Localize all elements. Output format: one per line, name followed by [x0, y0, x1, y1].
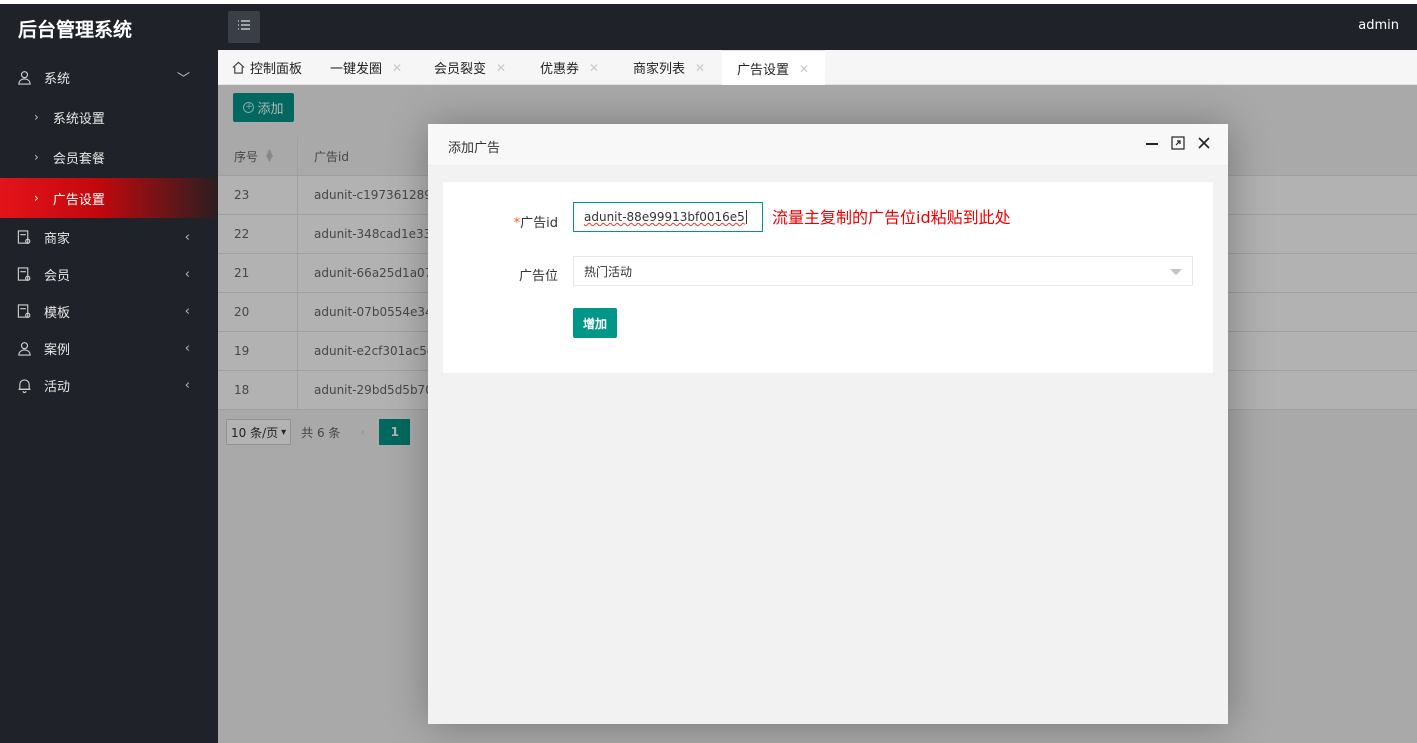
chevron-left-icon: ‹ [184, 267, 190, 282]
ad-slot-select[interactable]: 热门活动 [573, 256, 1193, 286]
tab-bar: 控制面板 一键发圈 ✕ 会员裂变 ✕ 优惠券 ✕ 商家列表 ✕ 广告设置 ✕ [218, 50, 1417, 86]
dialog-title: 添加广告 [448, 141, 501, 156]
chevron-left-icon: ‹ [184, 304, 190, 319]
sidebar-item-label: 活动 [44, 380, 71, 395]
tab-label: 商家列表 [633, 62, 686, 77]
tab-coupons[interactable]: 优惠券 ✕ [540, 50, 599, 85]
minimize-button[interactable] [1143, 136, 1161, 154]
sidebar: 后台管理系统 系统 ﹀ › 系统设置 › 会员套餐 › 广告设置 商家 ‹ 会员… [0, 0, 218, 743]
tab-label: 一键发圈 [330, 62, 383, 77]
maximize-icon [1171, 136, 1185, 154]
user-icon [16, 341, 32, 357]
close-button[interactable] [1195, 136, 1213, 154]
sidebar-item-merchant[interactable]: 商家 ‹ [0, 219, 218, 256]
tab-label: 广告设置 [737, 63, 790, 78]
submit-button[interactable]: 增加 [573, 308, 617, 338]
sidebar-subitem-member-packages[interactable]: › 会员套餐 [0, 137, 218, 177]
minimize-icon [1145, 136, 1159, 154]
tab-label: 会员裂变 [434, 62, 487, 77]
user-icon [16, 70, 32, 86]
tab-member-fission[interactable]: 会员裂变 ✕ [434, 50, 506, 85]
ad-id-label: *广告id [513, 216, 558, 231]
chevron-left-icon: ‹ [184, 230, 190, 245]
close-icon[interactable]: ✕ [589, 61, 599, 75]
chevron-down-icon: ﹀ [176, 72, 190, 87]
chevron-right-icon: › [34, 150, 39, 164]
chevron-left-icon: ‹ [184, 341, 190, 356]
sidebar-subitem-ad-settings[interactable]: › 广告设置 [0, 178, 218, 218]
sidebar-subitem-label: 广告设置 [52, 192, 105, 208]
sidebar-item-activity[interactable]: 活动 ‹ [0, 367, 218, 404]
document-icon [16, 267, 32, 283]
sidebar-item-system[interactable]: 系统 ﹀ [0, 59, 218, 96]
document-icon [16, 230, 32, 246]
list-icon [237, 19, 251, 35]
text-cursor [745, 210, 747, 224]
close-icon [1197, 136, 1211, 154]
sidebar-item-label: 系统 [44, 72, 71, 87]
close-icon[interactable]: ✕ [392, 61, 402, 75]
sidebar-item-template[interactable]: 模板 ‹ [0, 293, 218, 330]
add-ad-dialog: 添加广告 *广告id adunit-88e99913bf0016e5 流量主复制… [428, 124, 1228, 724]
sidebar-item-label: 商家 [44, 232, 71, 247]
tab-one-click-post[interactable]: 一键发圈 ✕ [330, 50, 402, 85]
sidebar-item-label: 会员 [44, 269, 71, 284]
ad-id-hint: 流量主复制的广告位id粘贴到此处 [772, 208, 1011, 227]
top-bar: admin [218, 0, 1417, 50]
tab-dashboard[interactable]: 控制面板 [232, 50, 302, 85]
sidebar-item-member[interactable]: 会员 ‹ [0, 256, 218, 293]
sidebar-item-cases[interactable]: 案例 ‹ [0, 330, 218, 367]
bell-icon [16, 378, 32, 394]
close-icon[interactable]: ✕ [496, 61, 506, 75]
document-icon [16, 304, 32, 320]
sidebar-item-label: 案例 [44, 343, 71, 358]
brand: 后台管理系统 [0, 0, 218, 50]
close-icon[interactable]: ✕ [695, 61, 705, 75]
chevron-left-icon: ‹ [184, 378, 190, 393]
sidebar-item-label: 模板 [44, 306, 71, 321]
ad-slot-label: 广告位 [518, 269, 558, 284]
tab-label: 控制面板 [250, 62, 303, 77]
app-title: 后台管理系统 [18, 19, 133, 41]
tab-ad-settings[interactable]: 广告设置 ✕ [722, 50, 825, 86]
menu-toggle-button[interactable] [228, 11, 260, 43]
tab-label: 优惠券 [540, 62, 580, 77]
close-icon[interactable]: ✕ [799, 62, 809, 76]
maximize-button[interactable] [1169, 136, 1187, 154]
chevron-right-icon: › [34, 110, 39, 124]
home-icon [232, 61, 245, 74]
sidebar-subitem-system-settings[interactable]: › 系统设置 [0, 97, 218, 137]
chevron-right-icon: › [34, 191, 39, 205]
user-menu[interactable]: admin [1358, 18, 1399, 33]
ad-id-input[interactable]: adunit-88e99913bf0016e5 [573, 202, 763, 232]
sidebar-subitem-label: 系统设置 [52, 111, 105, 127]
tab-merchant-list[interactable]: 商家列表 ✕ [633, 50, 705, 85]
ad-form: *广告id adunit-88e99913bf0016e5 流量主复制的广告位i… [443, 182, 1213, 373]
dropdown-arrow-icon [1170, 269, 1182, 275]
sidebar-subitem-label: 会员套餐 [52, 151, 105, 167]
dialog-header: 添加广告 [428, 124, 1228, 166]
